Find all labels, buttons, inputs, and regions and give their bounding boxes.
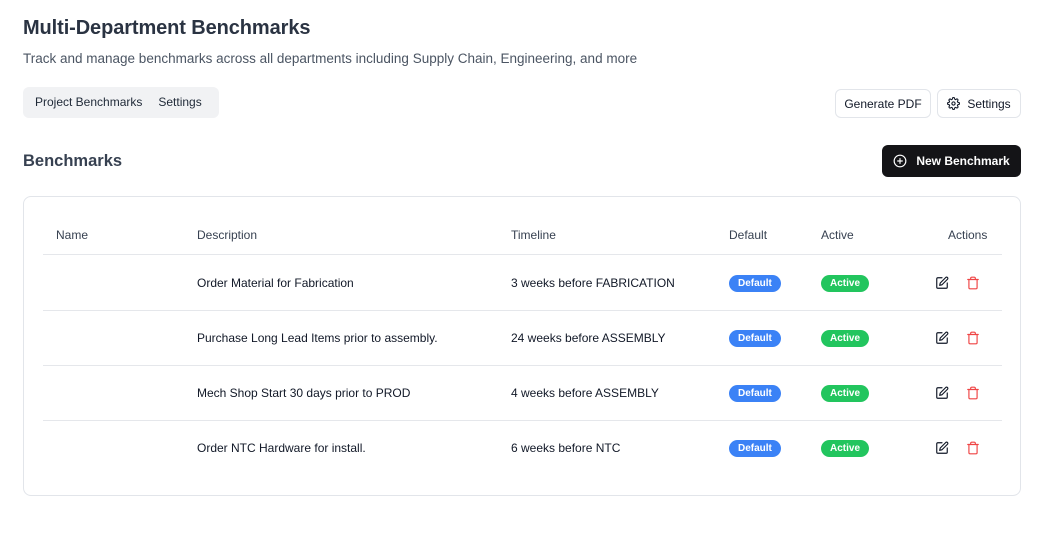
default-badge: Default xyxy=(729,330,781,347)
table-row: Order Material for Fabrication 3 weeks b… xyxy=(43,256,1002,311)
edit-icon[interactable] xyxy=(935,331,949,345)
column-header-name: Name xyxy=(56,228,89,242)
trash-icon[interactable] xyxy=(966,441,980,455)
cell-description: Order NTC Hardware for install. xyxy=(197,441,366,455)
table-row: Purchase Long Lead Items prior to assemb… xyxy=(43,311,1002,366)
edit-icon[interactable] xyxy=(935,276,949,290)
generate-pdf-label: Generate PDF xyxy=(844,96,922,111)
cell-timeline: 6 weeks before NTC xyxy=(511,441,621,455)
active-badge: Active xyxy=(821,385,870,402)
cell-timeline: 24 weeks before ASSEMBLY xyxy=(511,331,666,345)
table-header: Name Description Timeline Default Active… xyxy=(43,215,1002,255)
table-row: Mech Shop Start 30 days prior to PROD 4 … xyxy=(43,366,1002,421)
tab-settings[interactable]: Settings xyxy=(150,87,209,118)
table-row: Order NTC Hardware for install. 6 weeks … xyxy=(43,421,1002,476)
column-header-default: Default xyxy=(729,228,768,242)
cell-timeline: 4 weeks before ASSEMBLY xyxy=(511,386,659,400)
settings-label: Settings xyxy=(967,96,1011,111)
trash-icon[interactable] xyxy=(966,331,980,345)
generate-pdf-button[interactable]: Generate PDF xyxy=(835,89,931,118)
section-title: Benchmarks xyxy=(23,152,123,170)
active-badge: Active xyxy=(821,330,870,347)
edit-icon[interactable] xyxy=(935,441,949,455)
trash-icon[interactable] xyxy=(966,386,980,400)
tab-project-benchmarks[interactable]: Project Benchmarks xyxy=(27,87,150,118)
column-header-timeline: Timeline xyxy=(511,228,556,242)
column-header-actions: Actions xyxy=(948,228,988,242)
active-badge: Active xyxy=(821,275,870,292)
settings-button[interactable]: Settings xyxy=(937,89,1021,118)
cell-description: Mech Shop Start 30 days prior to PROD xyxy=(197,386,411,400)
page-title: Multi-Department Benchmarks xyxy=(23,17,311,39)
tab-list: Project Benchmarks Settings xyxy=(23,87,219,118)
benchmarks-table-card: Name Description Timeline Default Active… xyxy=(23,196,1021,496)
plus-circle-icon xyxy=(893,154,907,168)
gear-icon xyxy=(947,97,961,110)
new-benchmark-label: New Benchmark xyxy=(916,154,1010,168)
active-badge: Active xyxy=(821,440,870,457)
column-header-active: Active xyxy=(821,228,854,242)
page-subtitle: Track and manage benchmarks across all d… xyxy=(23,51,638,66)
new-benchmark-button[interactable]: New Benchmark xyxy=(882,145,1021,177)
edit-icon[interactable] xyxy=(935,386,949,400)
column-header-description: Description xyxy=(197,228,258,242)
trash-icon[interactable] xyxy=(966,276,980,290)
cell-description: Order Material for Fabrication xyxy=(197,276,354,290)
default-badge: Default xyxy=(729,385,781,402)
cell-description: Purchase Long Lead Items prior to assemb… xyxy=(197,331,438,345)
default-badge: Default xyxy=(729,275,781,292)
default-badge: Default xyxy=(729,440,781,457)
cell-timeline: 3 weeks before FABRICATION xyxy=(511,276,675,290)
